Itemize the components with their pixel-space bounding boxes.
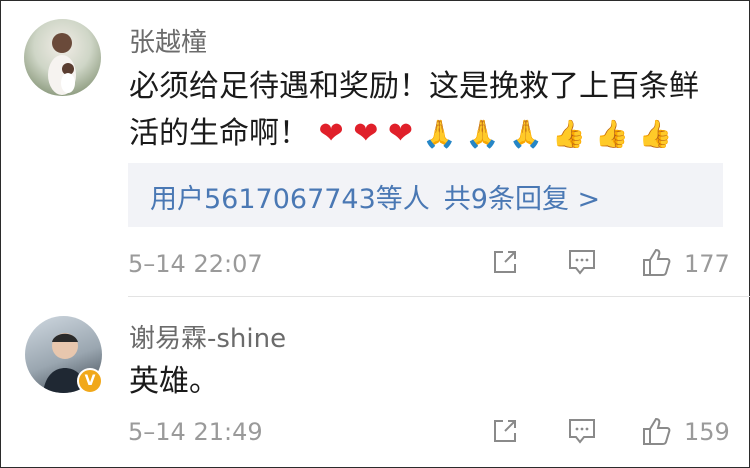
comment-text: 必须给足待遇和奖励！这是挽救了上百条鲜 活的生命啊！ ❤ ❤ ❤ 🙏 🙏 🙏 👍… [129,63,729,158]
username[interactable]: 张越橦 [129,22,207,59]
comment-item: 张越橦 必须给足待遇和奖励！这是挽救了上百条鲜 活的生命啊！ ❤ ❤ ❤ 🙏 🙏… [0,0,750,297]
share-icon[interactable] [491,417,519,445]
thumbs-up-icon[interactable] [641,246,673,278]
comment-text-line: 活的生命啊！ ❤ ❤ ❤ 🙏 🙏 🙏 👍 👍 👍 [129,110,729,158]
comment-text-line: 必须给足待遇和奖励！这是挽救了上百条鲜 [129,69,699,104]
heart-emoji-icon: ❤ [353,116,379,151]
thumbs-up-emoji-icon: 👍 [638,119,673,150]
replies-preview[interactable]: 用户5617067743等人 共9条回复 > [128,163,723,227]
thumbs-up-emoji-icon: 👍 [552,119,586,150]
share-icon[interactable] [491,248,519,276]
thumbs-up-emoji-icon: 👍 [595,119,629,150]
pray-emoji-icon: 🙏 [465,119,500,150]
comment-icon[interactable] [567,248,597,276]
username[interactable]: 谢易霖-shine [129,318,286,355]
pray-emoji-icon: 🙏 [508,119,543,150]
timestamp: 5–14 21:49 [128,418,263,446]
comment-item: 谢易霖-shine 英雄。 5–14 21:49 159 [0,298,750,468]
like-count: 159 [684,418,730,446]
timestamp: 5–14 22:07 [128,250,263,278]
comment-text-fragment: 活的生命啊！ [129,116,309,151]
like-count: 177 [684,250,730,278]
divider [128,296,750,297]
avatar[interactable] [24,19,101,96]
pray-emoji-icon: 🙏 [422,119,457,150]
comment-icon[interactable] [567,417,597,445]
reply-total: 共9条回复 > [443,184,601,215]
heart-emoji-icon: ❤ [318,116,344,151]
view-replies-link[interactable]: 用户5617067743等人 共9条回复 > [150,177,600,216]
comment-text: 英雄。 [129,364,219,399]
thumbs-up-icon[interactable] [641,415,673,447]
verified-badge-icon: V [77,368,103,394]
heart-emoji-icon: ❤ [387,116,414,151]
reply-users: 用户5617067743等人 [150,184,430,215]
